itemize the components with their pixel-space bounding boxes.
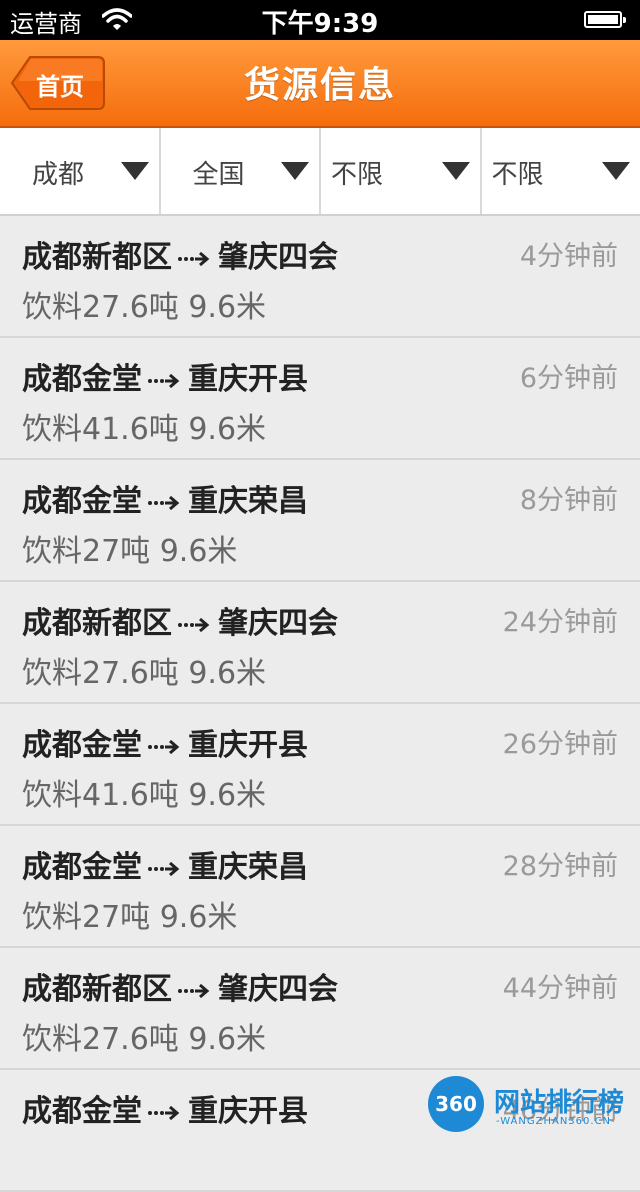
route: 成都新都区 肇庆四会 [22,964,338,1008]
dropdown-arrow-icon [281,162,309,180]
cargo-detail: 饮料27.6吨 9.6米 [22,282,266,326]
list-item[interactable]: 成都金堂 重庆荣昌 饮料27吨 9.6米 8分钟前 [0,460,640,582]
route-arrow-icon [178,249,212,269]
cargo-detail: 饮料27.6吨 9.6米 [22,648,266,692]
route: 成都新都区 肇庆四会 [22,598,338,642]
route-destination: 重庆开县 [188,362,308,397]
filter-label: 成都 [32,154,84,191]
navigation-bar: 首页 货源信息 [0,40,640,128]
route-arrow-icon [178,981,212,1001]
route: 成都金堂 重庆荣昌 [22,842,308,886]
cargo-detail: 饮料27吨 9.6米 [22,526,237,570]
filter-label: 全国 [193,154,245,191]
route-arrow-icon [148,493,182,513]
watermark-logo: 360 网站排行榜 -WANGZHAN360.CN- [428,1076,640,1136]
route-origin: 成都新都区 [22,240,172,275]
cargo-detail: 饮料27.6吨 9.6米 [22,1014,266,1058]
filter-origin-city[interactable]: 成都 [0,128,161,214]
cargo-detail: 饮料41.6吨 9.6米 [22,404,266,448]
filter-label: 不限 [331,154,383,191]
route-destination: 重庆开县 [188,1094,308,1129]
posted-time: 26分钟前 [503,722,618,761]
cargo-detail: 饮料27吨 9.6米 [22,892,237,936]
route: 成都金堂 重庆荣昌 [22,476,308,520]
route-origin: 成都金堂 [22,1094,142,1129]
route-origin: 成都新都区 [22,972,172,1007]
dropdown-arrow-icon [442,162,470,180]
route-origin: 成都金堂 [22,728,142,763]
filter-vehicle-type[interactable]: 不限 [321,128,482,214]
watermark-url: -WANGZHAN360.CN- [496,1116,616,1127]
status-time: 下午9:39 [0,3,640,40]
route-arrow-icon [178,615,212,635]
route-origin: 成都金堂 [22,484,142,519]
posted-time: 24分钟前 [503,600,618,639]
cargo-detail: 饮料41.6吨 9.6米 [22,770,266,814]
filter-vehicle-length[interactable]: 不限 [482,128,640,214]
filter-bar: 成都 全国 不限 不限 [0,128,640,216]
route-arrow-icon [148,1103,182,1123]
watermark-name: 网站排行榜 [494,1082,624,1119]
route-destination: 重庆开县 [188,728,308,763]
route-destination: 肇庆四会 [218,240,338,275]
route-origin: 成都金堂 [22,362,142,397]
route: 成都金堂 重庆开县 [22,354,308,398]
route-origin: 成都新都区 [22,606,172,641]
battery-icon [584,11,622,28]
route-arrow-icon [148,737,182,757]
posted-time: 44分钟前 [503,966,618,1005]
dropdown-arrow-icon [602,162,630,180]
route-destination: 肇庆四会 [218,606,338,641]
posted-time: 8分钟前 [520,478,618,517]
list-item[interactable]: 成都金堂 重庆开县 饮料41.6吨 9.6米 26分钟前 [0,704,640,826]
list-item[interactable]: 成都金堂 重庆荣昌 饮料27吨 9.6米 28分钟前 [0,826,640,948]
route: 成都金堂 重庆开县 [22,720,308,764]
posted-time: 28分钟前 [503,844,618,883]
list-item[interactable]: 成都金堂 重庆开县 饮料41.6吨 9.6米 6分钟前 [0,338,640,460]
route-arrow-icon [148,371,182,391]
filter-label: 不限 [492,154,544,191]
list-item[interactable]: 成都新都区 肇庆四会 饮料27.6吨 9.6米 4分钟前 [0,216,640,338]
route: 成都新都区 肇庆四会 [22,232,338,276]
posted-time: 6分钟前 [520,356,618,395]
list-item[interactable]: 成都新都区 肇庆四会 饮料27.6吨 9.6米 44分钟前 [0,948,640,1070]
dropdown-arrow-icon [121,162,149,180]
route-destination: 重庆荣昌 [188,850,308,885]
route-origin: 成都金堂 [22,850,142,885]
route: 成都金堂 重庆开县 [22,1086,308,1130]
route-arrow-icon [148,859,182,879]
route-destination: 肇庆四会 [218,972,338,1007]
filter-destination[interactable]: 全国 [161,128,322,214]
list-item[interactable]: 成都新都区 肇庆四会 饮料27.6吨 9.6米 24分钟前 [0,582,640,704]
status-bar: 运营商 下午9:39 [0,0,640,40]
cargo-list: 成都新都区肇庆四会 饮料27.6吨 9.6米 4分钟前 成都金堂重庆开县 饮料4… [0,216,640,1192]
page-title: 货源信息 [0,56,640,108]
watermark-badge: 360 [428,1076,484,1132]
route-destination: 重庆荣昌 [188,484,308,519]
posted-time: 4分钟前 [520,234,618,273]
